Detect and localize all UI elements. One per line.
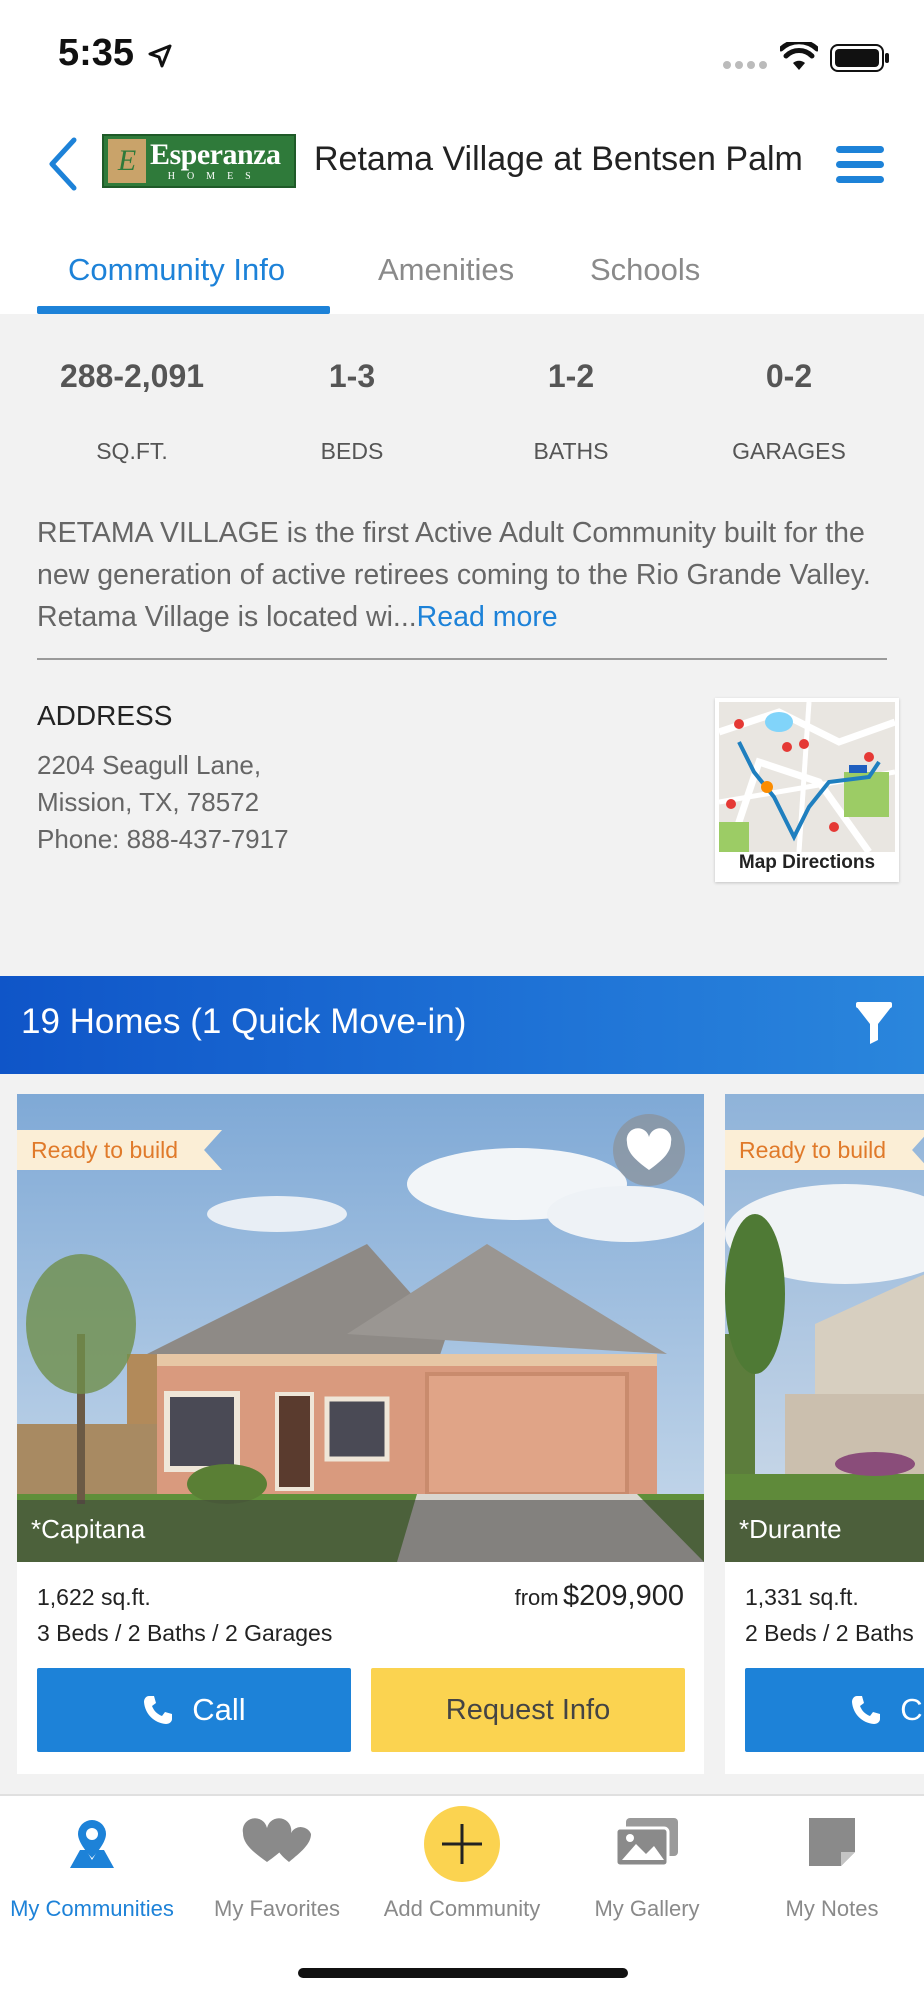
home-specs: 3 Beds / 2 Baths / 2 Garages xyxy=(37,1620,333,1646)
ready-to-build-badge: Ready to build xyxy=(725,1130,924,1170)
read-more-link[interactable]: Read more xyxy=(417,601,558,633)
logo-sub-text: HOMES xyxy=(167,171,263,182)
home-sqft: 1,622 sq.ft. xyxy=(37,1584,151,1610)
tab-schools[interactable]: Schools xyxy=(590,252,700,288)
stat-baths: 1-2 BATHS xyxy=(462,314,680,484)
call-button-label: Call xyxy=(192,1692,246,1727)
ready-to-build-badge: Ready to build xyxy=(17,1130,222,1170)
address-line-1: 2204 Seagull Lane, xyxy=(37,750,262,780)
chevron-left-icon xyxy=(49,137,77,191)
map-directions-button[interactable]: Map Directions xyxy=(715,698,899,882)
divider xyxy=(37,658,887,660)
stat-value: 0-2 xyxy=(765,358,813,394)
logo-mark-icon: E xyxy=(108,139,146,183)
filter-icon[interactable] xyxy=(854,1002,894,1046)
home-card-durante[interactable]: *Durante Ready to build 1,331 sq.ft. 2 B… xyxy=(725,1094,924,1774)
address-phone[interactable]: Phone: 888-437-7917 xyxy=(37,824,289,855)
home-name-band: *Durante xyxy=(725,1500,924,1562)
nav-my-notes[interactable]: My Notes xyxy=(740,1796,924,1936)
home-indicator[interactable] xyxy=(298,1968,628,1978)
gallery-icon xyxy=(614,1818,678,1868)
nav-label: My Gallery xyxy=(594,1896,700,1921)
phone-icon xyxy=(852,1696,881,1724)
status-time: 5:35 xyxy=(58,32,135,74)
stat-sqft: 288-2,091 SQ.FT. xyxy=(23,314,241,484)
plus-icon xyxy=(442,1824,482,1864)
map-pin-icon xyxy=(70,1820,114,1868)
menu-button[interactable] xyxy=(836,146,884,184)
call-button[interactable]: Call xyxy=(745,1668,924,1752)
stat-value: 288-2,091 xyxy=(59,358,205,394)
home-name-band: *Capitana xyxy=(17,1500,704,1562)
logo-brand-text: Esperanza xyxy=(150,138,281,171)
home-sqft: 1,331 sq.ft. xyxy=(745,1584,859,1610)
home-card-capitana[interactable]: *Capitana Ready to build 1,622 sq.ft. 3 … xyxy=(17,1094,704,1774)
nav-add-community[interactable]: Add Community xyxy=(370,1796,554,1936)
stat-value: 1-3 xyxy=(328,358,376,394)
nav-label: My Favorites xyxy=(214,1896,340,1921)
nav-label: My Notes xyxy=(785,1896,879,1921)
tab-amenities[interactable]: Amenities xyxy=(378,252,514,288)
stat-garages: 0-2 GARAGES xyxy=(680,314,898,484)
address-line-2: Mission, TX, 78572 xyxy=(37,787,260,817)
nav-my-favorites[interactable]: My Favorites xyxy=(185,1796,369,1936)
home-listings-carousel[interactable]: *Capitana Ready to build 1,622 sq.ft. 3 … xyxy=(0,1074,924,1794)
map-directions-label: Map Directions xyxy=(738,852,876,873)
community-description: RETAMA VILLAGE is the first Active Adult… xyxy=(37,512,887,638)
add-community-button[interactable] xyxy=(424,1806,500,1882)
page-title: Retama Village at Bentsen Palm xyxy=(314,140,803,178)
signal-icon xyxy=(723,61,767,69)
address-heading: ADDRESS xyxy=(37,700,173,731)
nav-label: My Communities xyxy=(10,1896,174,1921)
home-name: *Capitana xyxy=(31,1514,146,1544)
nav-my-gallery[interactable]: My Gallery xyxy=(555,1796,739,1936)
stat-label: SQ.FT. xyxy=(96,438,168,464)
homes-count-title: 19 Homes (1 Quick Move-in) xyxy=(21,1002,467,1041)
nav-my-communities[interactable]: My Communities xyxy=(0,1796,184,1936)
home-price: from $209,900 xyxy=(515,1580,684,1613)
tab-community-info[interactable]: Community Info xyxy=(68,252,285,288)
stat-label: BEDS xyxy=(320,438,384,464)
brand-logo: E Esperanza HOMES xyxy=(102,134,296,188)
community-info-panel: 288-2,091 SQ.FT. 1-3 BEDS 1-2 BATHS 0-2 … xyxy=(0,314,924,976)
stat-label: GARAGES xyxy=(732,438,846,464)
heart-icon xyxy=(626,1128,672,1170)
favorite-button[interactable] xyxy=(613,1114,685,1186)
note-icon xyxy=(809,1818,855,1866)
back-button[interactable] xyxy=(44,136,84,192)
phone-icon xyxy=(144,1696,173,1724)
price-amount: $209,900 xyxy=(563,1580,684,1612)
home-specs: 2 Beds / 2 Baths xyxy=(745,1620,914,1646)
call-button-label: Call xyxy=(900,1692,924,1727)
nav-label: Add Community xyxy=(383,1896,541,1921)
request-info-button[interactable]: Request Info xyxy=(371,1668,685,1752)
wifi-icon xyxy=(780,42,818,70)
active-tab-indicator xyxy=(37,306,330,314)
battery-icon xyxy=(830,44,889,72)
call-button[interactable]: Call xyxy=(37,1668,351,1752)
stat-label: BATHS xyxy=(533,438,609,464)
map-thumbnail-icon xyxy=(719,702,895,852)
stat-beds: 1-3 BEDS xyxy=(243,314,461,484)
home-name: *Durante xyxy=(739,1514,842,1544)
homes-header-bar: 19 Homes (1 Quick Move-in) xyxy=(0,976,924,1074)
hearts-icon xyxy=(242,1818,311,1862)
price-prefix: from xyxy=(514,1585,559,1610)
stat-value: 1-2 xyxy=(547,358,595,394)
location-arrow-icon xyxy=(148,44,172,68)
